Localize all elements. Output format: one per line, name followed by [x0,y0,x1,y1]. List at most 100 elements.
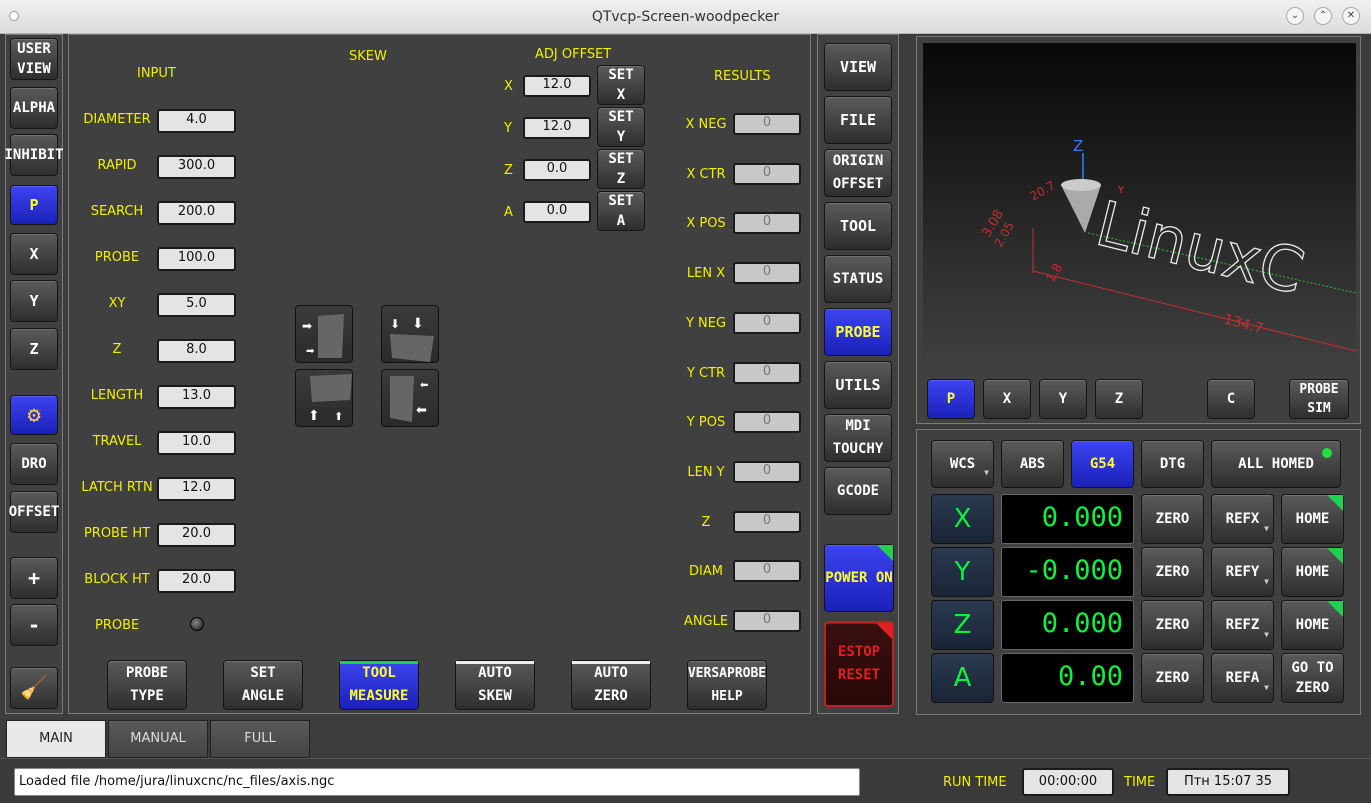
preview-p-button[interactable]: P [927,379,975,419]
set-angle-button[interactable]: SET ANGLE [223,660,303,710]
estop-reset-button[interactable]: ESTOP RESET [824,621,894,707]
input-label-6: LENGTH [90,388,144,403]
skew-top-button[interactable]: ⬇ ⬇ [381,305,439,363]
abs-button[interactable]: ABS [1001,440,1064,488]
dtg-button[interactable]: DTG [1141,440,1204,488]
skew-right-button[interactable]: ⬅ ⬅ [381,369,439,427]
input-field-2[interactable]: 200.0 [157,201,236,225]
set-z-button[interactable]: SET Z [597,149,645,189]
dro-axis-x-button[interactable]: X [931,494,994,544]
input-field-8[interactable]: 12.0 [157,477,236,501]
view-button[interactable]: VIEW [824,43,892,91]
wcs-button[interactable]: WCS ▼ [931,440,994,488]
probe-button[interactable]: PROBE [824,308,892,356]
preview-x-button[interactable]: X [983,379,1031,419]
gcode-button[interactable]: GCODE [824,467,892,515]
inhibit-button[interactable]: INHIBIT [5,134,64,176]
all-homed-button[interactable]: ALL HOMED [1211,440,1341,488]
adj-offset-field-0[interactable]: 12.0 [523,75,591,97]
gcode-preview[interactable]: Z Y 20.7 3.08 2.05 1.8 134.7 LinuxC [923,43,1356,367]
tool-button[interactable]: TOOL [824,202,892,250]
maximize-icon[interactable]: ⌃ [1314,7,1332,25]
home-z-button[interactable]: HOME [1281,600,1344,650]
ref-z-button[interactable]: REFZ ▼ [1211,600,1274,650]
machine-icon[interactable]: ⚙ [10,395,58,435]
status-message: Loaded file /home/jura/linuxcnc/nc_files… [14,768,860,796]
power-on-button[interactable]: POWER ON [824,544,894,612]
set-x-button[interactable]: SET X [597,65,645,105]
mdi-touchy-button[interactable]: MDI TOUCHY [824,414,892,462]
input-field-3[interactable]: 100.0 [157,247,236,271]
dro-axis-z-button[interactable]: Z [931,600,994,650]
adj-offset-field-2[interactable]: 0.0 [523,159,591,181]
home-x-label: HOME [1295,511,1330,527]
offset-button[interactable]: OFFSET [9,491,59,533]
versaprobe-help-button[interactable]: VERSAPROBE HELP [687,660,767,710]
auto-zero-button[interactable]: AUTO ZERO [571,660,651,710]
results-title: RESULTS [714,69,771,84]
ref-x-label: REFX [1225,510,1260,527]
adj-offset-title: ADJ OFFSET [535,47,612,62]
input-label-3: PROBE [94,250,140,265]
input-field-4[interactable]: 5.0 [157,293,236,317]
tab-main[interactable]: MAIN [6,720,106,758]
tab-manual[interactable]: MANUAL [108,720,208,758]
input-field-5[interactable]: 8.0 [157,339,236,363]
input-field-9[interactable]: 20.0 [157,523,236,547]
p-button[interactable]: P [10,185,58,225]
ref-a-button[interactable]: REFA ▼ [1211,653,1274,703]
y-button[interactable]: Y [10,280,58,322]
input-field-10[interactable]: 20.0 [157,569,236,593]
input-field-6[interactable]: 13.0 [157,385,236,409]
user-view-button[interactable]: USER VIEW [10,38,58,80]
minus-button[interactable]: - [10,604,58,646]
result-label-9: DIAM [689,564,723,580]
g54-button[interactable]: G54 [1071,440,1134,488]
close-icon[interactable]: ✕ [1342,7,1360,25]
set-a-button[interactable]: SET A [597,191,645,231]
origin-offset-button[interactable]: ORIGIN OFFSET [824,149,892,197]
home-x-button[interactable]: HOME [1281,494,1344,544]
x-button[interactable]: X [10,233,58,275]
input-label-2: SEARCH [90,204,144,219]
broom-icon[interactable]: 🧹 [10,667,58,709]
input-field-1[interactable]: 300.0 [157,155,236,179]
preview-z-button[interactable]: Z [1095,379,1143,419]
adj-offset-field-1[interactable]: 12.0 [523,117,591,139]
home-y-button[interactable]: HOME [1281,547,1344,597]
input-label-5: Z [112,342,122,357]
plus-button[interactable]: + [10,557,58,599]
ref-z-label: REFZ [1225,616,1260,633]
zero-a-button[interactable]: ZERO [1141,653,1204,703]
preview-y-button[interactable]: Y [1039,379,1087,419]
zero-y-button[interactable]: ZERO [1141,547,1204,597]
input-field-7[interactable]: 10.0 [157,431,236,455]
alpha-button[interactable]: ALPHA [10,87,58,129]
ref-y-button[interactable]: REFY ▼ [1211,547,1274,597]
minimize-icon[interactable]: ⌄ [1286,7,1304,25]
dro-axis-a-button[interactable]: A [931,653,994,703]
result-label-8: Z [701,514,711,530]
utils-button[interactable]: UTILS [824,361,892,409]
skew-left-button[interactable]: ➡ ➡ [295,305,353,363]
file-button[interactable]: FILE [824,96,892,144]
preview-c-button[interactable]: C [1207,379,1255,419]
home-a-button[interactable]: GO TO ZERO [1281,653,1344,703]
input-field-0[interactable]: 4.0 [157,109,236,133]
set-y-button[interactable]: SET Y [597,107,645,147]
dro-axis-y-button[interactable]: Y [931,547,994,597]
skew-bottom-button[interactable]: ⬆ ⬆ [295,369,353,427]
probe-sim-button[interactable]: PROBE SIM [1289,379,1349,419]
auto-skew-button[interactable]: AUTO SKEW [455,660,535,710]
dro-z-value: 0.000 [1001,600,1134,650]
tool-measure-button[interactable]: TOOL MEASURE [339,660,419,710]
adj-offset-field-3[interactable]: 0.0 [523,201,591,223]
zero-z-button[interactable]: ZERO [1141,600,1204,650]
tab-full[interactable]: FULL [210,720,310,758]
zero-x-button[interactable]: ZERO [1141,494,1204,544]
status-button[interactable]: STATUS [824,255,892,303]
z-button[interactable]: Z [10,328,58,370]
ref-x-button[interactable]: REFX ▼ [1211,494,1274,544]
probe-type-button[interactable]: PROBE TYPE [107,660,187,710]
dro-button[interactable]: DRO [10,443,58,485]
